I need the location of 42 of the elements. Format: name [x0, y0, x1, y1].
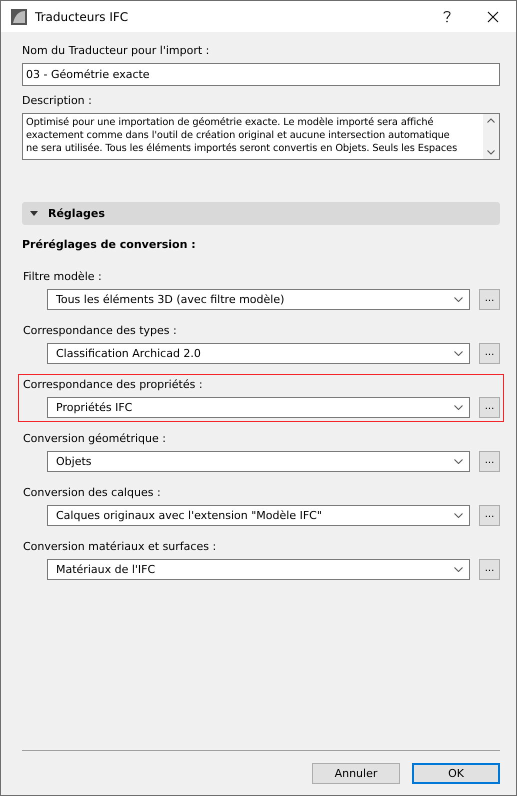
dropdown[interactable]: Classification Archicad 2.0: [47, 343, 470, 364]
settings-section-header[interactable]: Réglages: [22, 202, 500, 225]
dropdown[interactable]: Calques originaux avec l'extension "Modèle IFC": [47, 505, 470, 526]
caret-icon: [30, 211, 38, 216]
description-text-area[interactable]: [22, 113, 500, 160]
chevron-down-icon: [454, 351, 463, 356]
translator-name-field[interactable]: 03 - Géométrie exacte: [22, 63, 500, 86]
description-line: ne sera utilisée. Tous les éléments importés seront convertis en Objets. Seuls les Espaces: [26, 142, 458, 155]
options-button[interactable]: ...: [479, 343, 500, 364]
options-button[interactable]: ...: [479, 289, 500, 310]
dropdown[interactable]: Objets: [47, 451, 470, 472]
scroll-down-icon[interactable]: [487, 150, 495, 155]
description-line: Optimisé pour une importation de géométrie exacte. Le modèle importé sera affiché: [26, 116, 434, 129]
chevron-down-icon: [454, 513, 463, 518]
dropdown[interactable]: Tous les éléments 3D (avec filtre modèle): [47, 289, 470, 310]
app-logo-icon: [11, 8, 27, 24]
scroll-up-icon[interactable]: [487, 118, 495, 123]
description-line: exactement comme dans l'outil de création original et aucune intersection automatique: [26, 129, 451, 142]
section-subtitle: Préréglages de conversion :: [22, 238, 197, 251]
chevron-down-icon: [454, 405, 463, 410]
field-label: Conversion matériaux et surfaces :: [23, 540, 218, 553]
close-icon: [487, 10, 499, 22]
chevron-down-icon: [454, 297, 463, 302]
options-button[interactable]: ...: [479, 505, 500, 526]
ok-button[interactable]: OK: [412, 763, 500, 784]
help-icon: [443, 10, 451, 23]
options-button[interactable]: ...: [479, 451, 500, 472]
dropdown[interactable]: Matériaux de l'IFC: [47, 559, 470, 580]
options-button[interactable]: ...: [479, 559, 500, 580]
dropdown[interactable]: Propriétés IFC: [47, 397, 470, 418]
field-label: Nom du Traducteur pour l'import :: [22, 44, 210, 57]
cancel-button[interactable]: Annuler: [312, 763, 400, 784]
chevron-down-icon: [454, 459, 463, 464]
field-label: Filtre modèle :: [23, 270, 103, 283]
chevron-down-icon: [454, 567, 463, 572]
field-label: Conversion géométrique :: [23, 432, 167, 445]
field-label: Conversion des calques :: [23, 486, 162, 499]
field-label: Correspondance des types :: [23, 324, 178, 337]
options-button[interactable]: ...: [479, 397, 500, 418]
window-title: Traducteurs IFC: [35, 10, 130, 24]
field-label: Correspondance des propriétés :: [23, 378, 204, 391]
field-label: Description :: [22, 94, 93, 107]
